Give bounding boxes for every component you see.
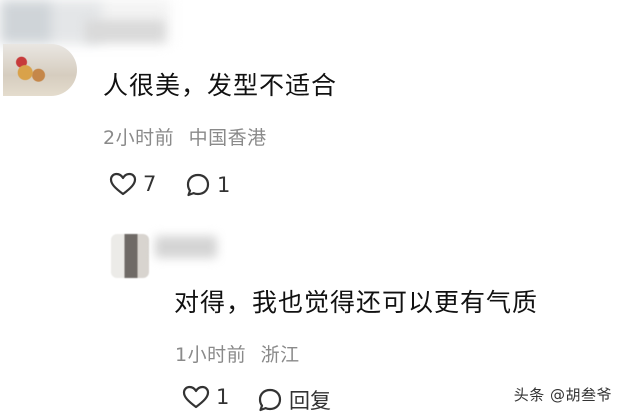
comment-reply-button[interactable]: 1 <box>185 172 230 198</box>
reply-time: 1小时前 <box>175 344 247 366</box>
speech-bubble-icon <box>186 173 210 197</box>
commenter-username-blurred[interactable] <box>85 20 165 42</box>
reply-location: 浙江 <box>260 344 300 366</box>
reply-reply-label: 回复 <box>289 389 331 413</box>
reply-text: 对得，我也觉得还可以更有气质 <box>174 288 539 317</box>
comment-text: 人很美，发型不适合 <box>103 71 338 100</box>
reply-reply-button[interactable]: 回复 <box>257 385 331 415</box>
commenter-avatar[interactable] <box>3 44 77 96</box>
replier-avatar[interactable] <box>111 234 149 278</box>
reply-meta: 1小时前 浙江 <box>175 340 300 367</box>
comment-reply-count: 1 <box>217 173 231 197</box>
reply-user-block[interactable] <box>105 228 225 283</box>
reply-like-count: 1 <box>216 385 230 409</box>
watermark: 头条 @胡叁爷 <box>513 386 612 404</box>
heart-outline-icon <box>182 385 210 409</box>
comment-location: 中国香港 <box>188 127 267 149</box>
heart-outline-icon <box>109 172 137 196</box>
speech-bubble-icon <box>258 388 282 412</box>
comment-like-count: 7 <box>143 172 157 196</box>
comment-meta: 2小时前 中国香港 <box>103 123 267 150</box>
replier-username-blurred[interactable] <box>155 236 217 258</box>
reply-like-button[interactable]: 1 <box>182 385 229 409</box>
comment-time: 2小时前 <box>103 127 175 149</box>
comment-like-button[interactable]: 7 <box>109 172 156 196</box>
